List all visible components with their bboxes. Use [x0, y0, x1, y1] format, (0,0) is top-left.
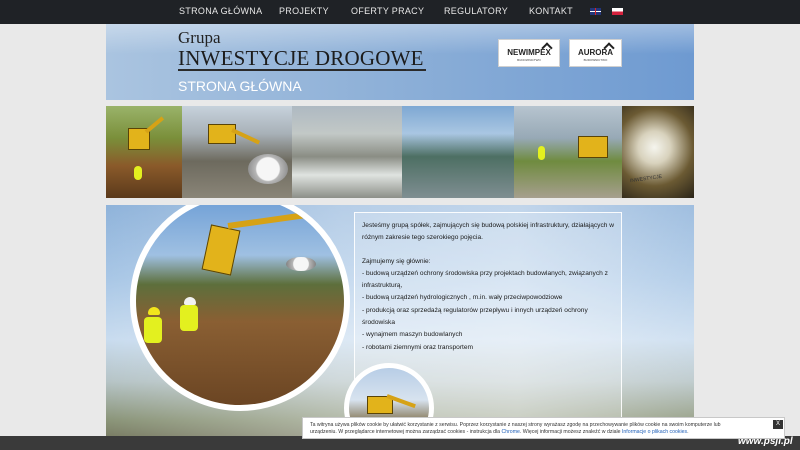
cookie-text-mid: . Więcej informacji możesz znaleźć w dzi… [519, 429, 622, 435]
cookie-notice: Ta witryna używa plików cookie by ułatwi… [302, 417, 785, 439]
cookie-close-button[interactable]: X [773, 420, 783, 429]
backhoe-icon [578, 136, 608, 158]
gallery-photo-trench[interactable] [182, 106, 292, 198]
aurora-logo-subtext: BUDOWNICTWO [583, 58, 608, 62]
chrome-instructions-link[interactable]: Chrome [501, 429, 519, 435]
intro-line-1: Jesteśmy grupą spółek, zajmujących się b… [362, 222, 615, 229]
aurora-logo-text: AURORA [577, 48, 614, 57]
newimpex-logo-text: NEWIMPEX [507, 48, 551, 57]
service-item: - wynajmem maszyn budowlanych [362, 331, 463, 338]
worker-icon [538, 146, 545, 160]
brand-prefix: Grupa [178, 28, 221, 47]
worker-icon [180, 305, 198, 331]
aurora-logo[interactable]: AURORA BUDOWNICTWO [569, 39, 622, 67]
nav-item-job-offers[interactable]: OFERTY PRACY [351, 6, 424, 16]
polish-flag-icon[interactable] [612, 8, 623, 15]
gallery-photo-exhibition[interactable]: INWESTYCJE [622, 106, 694, 198]
excavator-icon [201, 224, 241, 276]
cookie-text-pre: urządzeniu. W przeglądarce internetowej … [310, 429, 502, 435]
nav-item-contact[interactable]: KONTAKT [529, 6, 573, 16]
pipe-icon [286, 257, 316, 271]
english-flag-icon[interactable] [590, 8, 601, 15]
helmet-icon [184, 297, 196, 305]
service-item: - robotami ziemnymi oraz transportem [362, 344, 474, 351]
excavator-arm-icon [144, 116, 165, 134]
excavator-icon [208, 124, 236, 144]
service-item: środowiska [362, 319, 395, 326]
nav-item-projects[interactable]: PROJEKTY [279, 6, 329, 16]
cookie-text-end: . [687, 429, 689, 435]
services-lead: Zajmujemy się głównie: [362, 258, 431, 265]
service-item: infrastrukturą, [362, 282, 403, 289]
nav-item-home[interactable]: STRONA GŁÓWNA [179, 6, 262, 16]
pipe-icon [248, 154, 288, 184]
intro-line-2: różnym zakresie tego szerokiego pojęcia. [362, 234, 483, 241]
brand-underline [178, 69, 426, 71]
page-title: STRONA GŁÓWNA [178, 78, 302, 94]
gallery-photo-excavator[interactable] [106, 106, 182, 198]
gallery-photo-embankment[interactable] [402, 106, 514, 198]
excavator-arm-icon [227, 211, 308, 229]
newimpex-logo-subtext: BUDOWNICTWO [517, 58, 541, 62]
main-content: Jesteśmy grupą spółek, zajmujących się b… [106, 205, 694, 450]
exhibition-banner-text: INWESTYCJE [629, 173, 663, 185]
brand-name[interactable]: INWESTYCJE DROGOWE [178, 46, 424, 71]
worker-icon [134, 166, 142, 180]
site-header: Grupa INWESTYCJE DROGOWE NEWIMPEX BUDOWN… [106, 24, 694, 100]
service-item: - budową urządzeń hydrologicznych , m.in… [362, 294, 563, 301]
photo-gallery: INWESTYCJE [106, 106, 694, 198]
service-item: - produkcją oraz sprzedażą regulatorów p… [362, 307, 588, 314]
worker-icon [144, 317, 162, 343]
cookie-info-link[interactable]: Informacje o plikach cookies [622, 429, 687, 435]
cookie-text-line-1: Ta witryna używa plików cookie by ułatwi… [310, 422, 721, 428]
newimpex-logo[interactable]: NEWIMPEX BUDOWNICTWO [498, 39, 560, 67]
nav-item-regulators[interactable]: REGULATORY [444, 6, 508, 16]
helmet-icon [148, 307, 160, 315]
service-item: - budową urządzeń ochrony środowiska prz… [362, 270, 608, 277]
top-navigation-bar: STRONA GŁÓWNA PROJEKTY OFERTY PRACY REGU… [0, 0, 800, 24]
gallery-photo-backhoe[interactable] [514, 106, 622, 198]
cookie-text-line-2: urządzeniu. W przeglądarce internetowej … [310, 429, 689, 435]
gallery-photo-tank[interactable] [292, 106, 402, 198]
